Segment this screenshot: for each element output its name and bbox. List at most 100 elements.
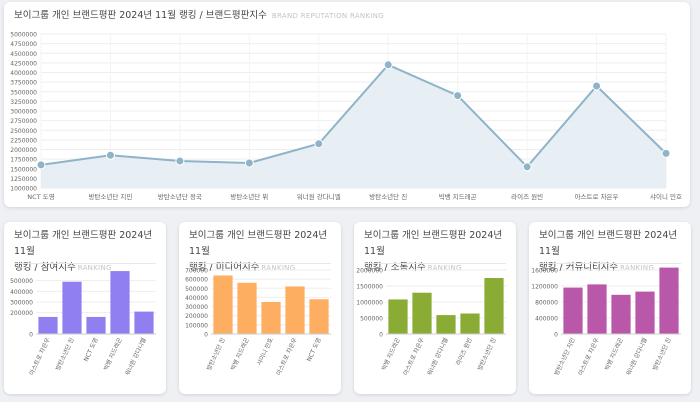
bar bbox=[285, 286, 305, 334]
x-tick-label: 빅뱅 지드래곤 bbox=[603, 336, 625, 372]
media-bar-chart: 0 100000 200000 300000 400000 500000 600000 700… bbox=[185, 268, 331, 377]
bar bbox=[611, 294, 631, 334]
x-tick-label: 워너원 강다니엘 bbox=[425, 336, 450, 377]
bar bbox=[86, 316, 106, 334]
x-tick-label: 워너원 강다니엘 bbox=[624, 336, 649, 377]
main-area-chart: 1000000 1250000 1500000 1750000 2000000 22500… bbox=[10, 32, 682, 202]
y-tick-label: 800000 bbox=[535, 300, 558, 307]
bar bbox=[635, 291, 655, 334]
y-tick-label: 3750000 bbox=[10, 80, 37, 87]
main-chart-card: 보이그룹 개인 브랜드평판 2024년 11월 랭킹 / 브랜드평판지수 BRA… bbox=[4, 2, 690, 207]
bar bbox=[563, 287, 583, 334]
data-point bbox=[244, 158, 254, 168]
y-tick-label: 1500000 bbox=[10, 166, 37, 173]
y-tick-label: 1500000 bbox=[356, 284, 383, 291]
y-tick-label: 300000 bbox=[185, 304, 208, 311]
bar bbox=[587, 284, 607, 334]
bar bbox=[237, 282, 257, 334]
y-tick-label: 2250000 bbox=[10, 137, 37, 144]
y-tick-label: 500000 bbox=[185, 286, 208, 293]
x-tick-label: NCT 도영 bbox=[27, 192, 54, 201]
communication-chart-card: 보이그룹 개인 브랜드평판 2024년 11월 랭킹 / 소통지수 RANKING… bbox=[354, 222, 516, 394]
x-tick-label: 방탄소년단 진 bbox=[205, 336, 227, 371]
x-tick-label: NCT 도영 bbox=[305, 336, 323, 362]
y-tick-label: 400000 bbox=[535, 316, 558, 323]
x-tick-label: 아스트로 차은우 bbox=[27, 336, 52, 377]
y-tick-label: 200000 bbox=[185, 313, 208, 320]
y-tick-label: 3250000 bbox=[10, 99, 37, 106]
bar bbox=[38, 316, 58, 334]
x-tick-label: 샤이니 민호 bbox=[255, 336, 275, 367]
community-chart-card: 보이그룹 개인 브랜드평판 2024년 11월 랭킹 / 커뮤니티지수 RANKI… bbox=[529, 222, 691, 394]
y-tick-label: 1750000 bbox=[10, 157, 37, 164]
y-tick-label: 600000 bbox=[185, 277, 208, 284]
data-point bbox=[453, 91, 463, 101]
data-point bbox=[105, 150, 115, 160]
data-point bbox=[592, 81, 602, 91]
bar bbox=[62, 281, 82, 334]
bar bbox=[261, 302, 281, 334]
x-tick-label: 라이즈 원빈 bbox=[511, 192, 543, 201]
y-tick-label: 700000 bbox=[185, 268, 208, 275]
y-tick-label: 1250000 bbox=[10, 176, 37, 183]
y-tick-label: 0 bbox=[29, 332, 33, 339]
x-tick-label: 방탄소년단 지민 bbox=[552, 336, 576, 376]
x-tick-label: 아스트로 차은우 bbox=[576, 336, 601, 377]
y-tick-label: 3500000 bbox=[10, 89, 37, 96]
data-point bbox=[314, 139, 324, 149]
x-tick-label: 빅뱅 지드래곤 bbox=[229, 336, 251, 372]
bar bbox=[460, 313, 480, 334]
x-tick-label: 아스트로 차은우 bbox=[401, 336, 426, 377]
x-tick-label: 방탄소년단 정국 bbox=[158, 192, 202, 201]
x-tick-label: 워너원 강다니엘 bbox=[123, 336, 148, 377]
data-point bbox=[661, 148, 671, 158]
x-tick-label: 방탄소년단 진 bbox=[476, 336, 498, 371]
bar bbox=[134, 311, 154, 334]
participation-chart-card: 보이그룹 개인 브랜드평판 2024년 11월 랭킹 / 참여지수 RANKING… bbox=[4, 222, 166, 394]
y-tick-label: 500000 bbox=[10, 278, 33, 285]
data-point bbox=[383, 60, 393, 70]
x-tick-label: NCT 도영 bbox=[82, 336, 100, 362]
x-tick-label: 워너원 강다니엘 bbox=[297, 192, 341, 201]
y-tick-label: 0 bbox=[379, 332, 383, 339]
y-tick-label: 500000 bbox=[360, 316, 383, 323]
y-tick-label: 4250000 bbox=[10, 60, 37, 67]
x-tick-label: 방탄소년단 진 bbox=[54, 336, 76, 371]
communication-bar-chart: 0 500000 1000000 1500000 2000000 빅뱅 지드래곤 아스트로 … bbox=[356, 268, 506, 377]
x-tick-label: 방탄소년단 뷔 bbox=[230, 192, 268, 201]
y-tick-label: 400000 bbox=[10, 289, 33, 296]
bar bbox=[388, 299, 408, 334]
y-tick-label: 1600000 bbox=[531, 268, 558, 275]
y-tick-label: 2750000 bbox=[10, 118, 37, 125]
data-point bbox=[522, 162, 532, 172]
x-tick-label: 방탄소년단 진 bbox=[369, 192, 407, 201]
y-tick-label: 1000000 bbox=[356, 300, 383, 307]
x-tick-label: 방탄소년단 진 bbox=[651, 336, 673, 371]
y-tick-label: 2000000 bbox=[356, 268, 383, 275]
data-point bbox=[175, 156, 185, 166]
y-tick-label: 0 bbox=[204, 332, 208, 339]
y-tick-label: 2500000 bbox=[10, 128, 37, 135]
data-point bbox=[36, 160, 46, 170]
y-tick-label: 0 bbox=[554, 332, 558, 339]
y-tick-label: 4000000 bbox=[10, 70, 37, 77]
participation-bar-chart: 0 200000 300000 400000 500000 아스트로 차은우 방탄소년단 진… bbox=[10, 271, 156, 377]
x-tick-label: 샤이니 민호 bbox=[650, 192, 682, 201]
x-tick-label: 아스트로 차은우 bbox=[274, 336, 299, 377]
x-tick-label: 라이즈 원빈 bbox=[454, 336, 474, 366]
y-tick-label: 100000 bbox=[185, 322, 208, 329]
community-bar-chart: 0 400000 800000 1200000 1600000 방탄소년단 지민 아스트로 … bbox=[531, 267, 681, 377]
y-tick-label: 1200000 bbox=[531, 284, 558, 291]
bar bbox=[484, 278, 504, 334]
y-tick-label: 2000000 bbox=[10, 147, 37, 154]
y-tick-label: 4750000 bbox=[10, 41, 37, 48]
x-tick-label: 빅뱅 지드래곤 bbox=[102, 336, 124, 372]
series-area bbox=[41, 64, 666, 188]
y-tick-label: 3000000 bbox=[10, 109, 37, 116]
y-tick-label: 5000000 bbox=[10, 32, 37, 39]
y-tick-label: 400000 bbox=[185, 295, 208, 302]
bar bbox=[659, 267, 679, 334]
bar bbox=[412, 292, 432, 334]
y-tick-label: 200000 bbox=[10, 310, 33, 317]
x-tick-label: 빅뱅 지드래곤 bbox=[380, 336, 402, 372]
